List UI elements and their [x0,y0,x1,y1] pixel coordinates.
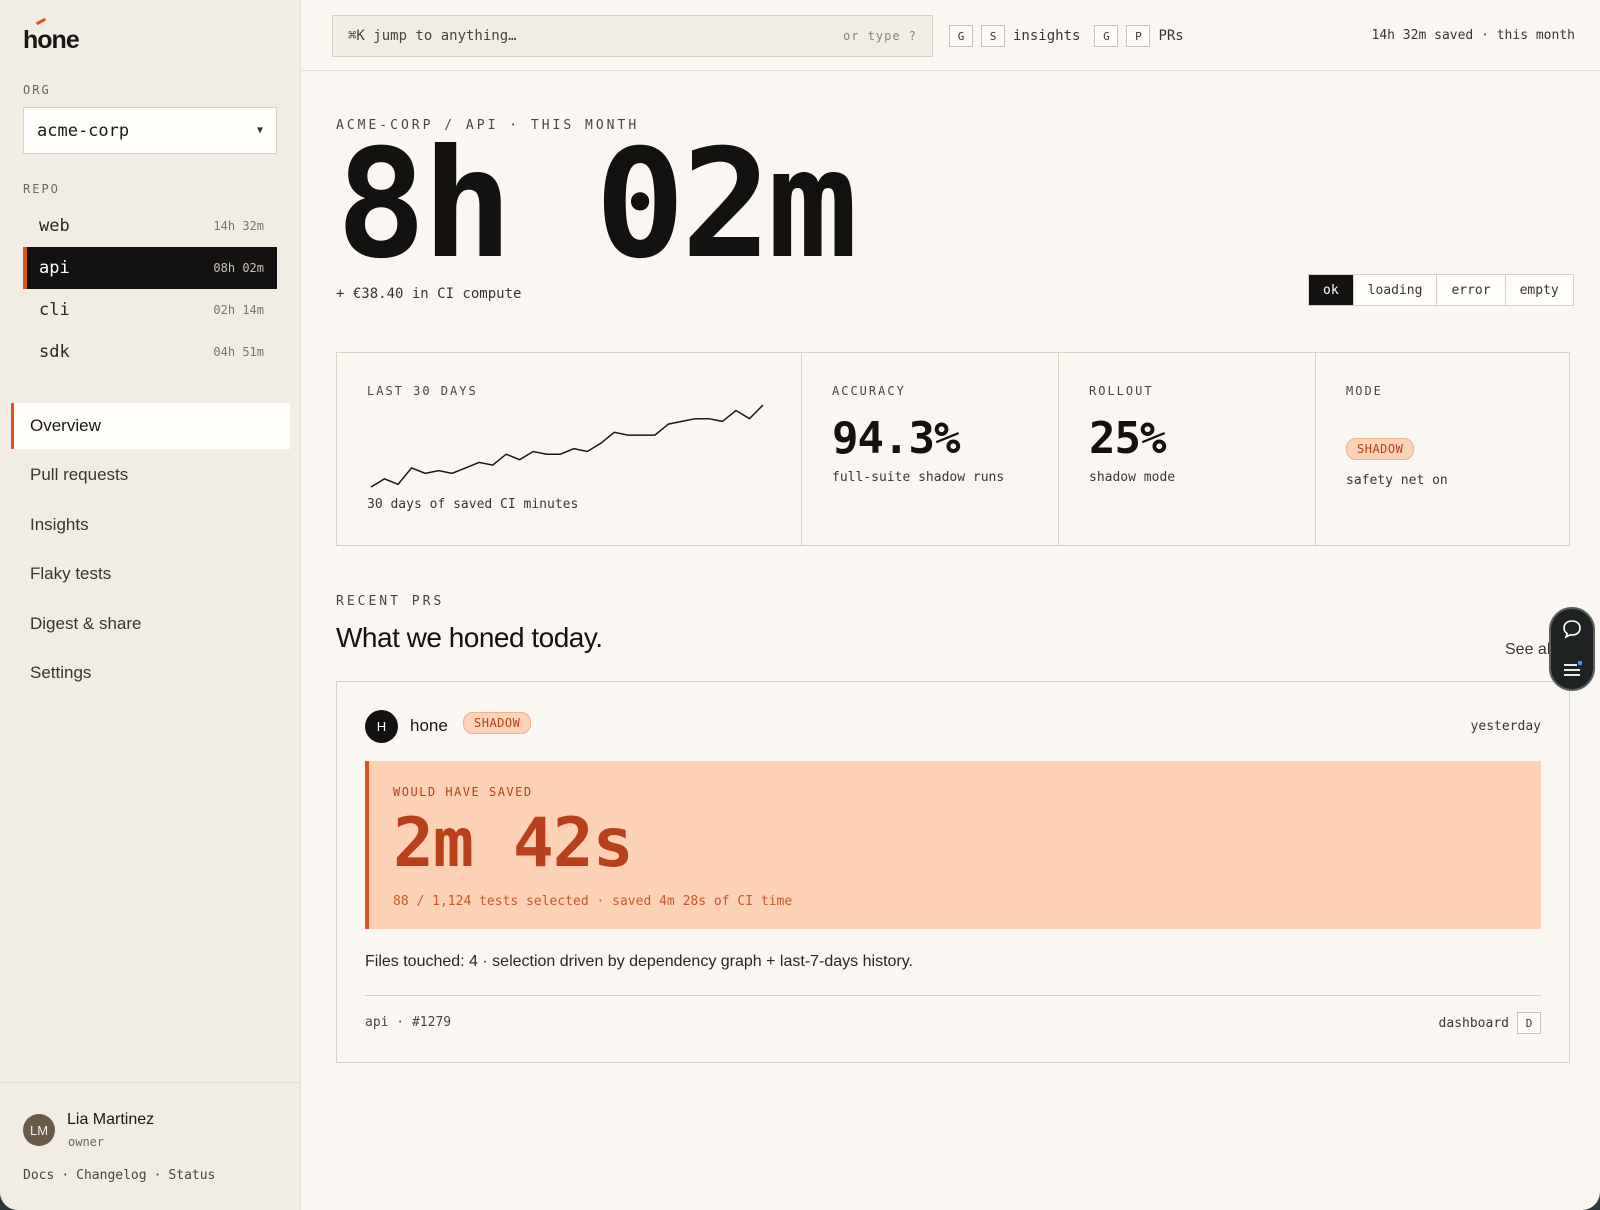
separator: · [153,1168,162,1183]
nav-item-digest-share[interactable]: Digest & share [11,601,290,647]
stat-label: MODE [1346,384,1383,398]
repo-name: cli [39,300,70,320]
org-select-value: acme-corp [37,120,130,141]
footer-links: Docs · Changelog · Status [23,1168,215,1183]
pr-timestamp: yesterday [1470,719,1541,734]
stat-note: full-suite shadow runs [832,470,1005,485]
topbar: ⌘K jump to anything… or type ? G S insig… [301,0,1600,71]
hero-compute-savings: + €38.40 in CI compute [336,286,522,302]
avatar: H [365,710,398,743]
repo-time: 04h 51m [213,345,264,359]
saved-value: 2m 42s [393,804,634,883]
chat-bubble-icon[interactable] [1561,618,1583,640]
org-select[interactable]: acme-corp ▼ [23,107,277,154]
section-label: RECENT PRS [336,594,445,609]
repo-name: web [39,216,70,236]
sparkline-line [370,404,764,488]
repo-name: sdk [39,342,70,362]
stat-label: ROLLOUT [1089,384,1154,398]
stat-accuracy: ACCURACY 94.3% full-suite shadow runs [801,353,1058,545]
nav-item-flaky-tests[interactable]: Flaky tests [11,551,290,597]
user-name: Lia Martinez [67,1111,155,1128]
stat-trend: LAST 30 DAYS 30 days of saved CI minutes [337,353,801,545]
pr-description: Files touched: 4 · selection driven by d… [365,953,913,970]
app-logo[interactable]: hone [23,26,80,55]
stat-note: shadow mode [1089,470,1176,485]
kbd-key: S [981,25,1005,47]
repo-item-api[interactable]: api 08h 02m [23,247,277,289]
changelog-link[interactable]: Changelog [76,1168,146,1183]
status-badge: SHADOW [463,712,532,734]
nav-item-pull-requests[interactable]: Pull requests [11,452,290,498]
state-error-button[interactable]: error [1436,275,1504,305]
stat-label: LAST 30 DAYS [367,384,478,398]
nav-item-settings[interactable]: Settings [11,650,290,696]
stat-mode: MODE SHADOW safety net on [1315,353,1569,545]
sidebar-footer [0,1082,301,1210]
saved-highlight: WOULD HAVE SAVED 2m 42s 88 / 1,124 tests… [365,761,1541,929]
nav-item-insights[interactable]: Insights [11,502,290,548]
stat-note: 30 days of saved CI minutes [367,497,579,512]
pr-card[interactable]: H hone SHADOW yesterday WOULD HAVE SAVED… [336,681,1570,1063]
app-window: hone ORG acme-corp ▼ REPO web 14h 32m ap… [0,0,1600,1210]
state-toggle: ok loading error empty [1308,274,1574,306]
nav-item-overview[interactable]: Overview [11,403,290,449]
pr-author: hone [410,716,448,735]
dashboard-link[interactable]: dashboard D [1439,1012,1541,1034]
logo-mark-icon [35,17,47,26]
repo-item-web[interactable]: web 14h 32m [23,205,277,247]
divider [365,995,1541,996]
repo-time: 08h 02m [213,261,264,275]
repo-label: REPO [23,182,60,196]
kbd-key: D [1517,1012,1541,1034]
search-placeholder: ⌘K jump to anything… [348,28,517,44]
stat-note: safety net on [1346,473,1448,488]
user-role: owner [68,1135,105,1149]
repo-time: 14h 32m [213,219,264,233]
chevron-down-icon: ▼ [256,125,263,136]
repo-name: api [39,258,70,278]
separator: · [61,1168,70,1183]
docs-link[interactable]: Docs [23,1168,54,1183]
stat-label: ACCURACY [832,384,906,398]
stats-panel: LAST 30 DAYS 30 days of saved CI minutes… [336,352,1570,546]
status-link[interactable]: Status [168,1168,215,1183]
menu-list-icon[interactable] [1561,658,1583,680]
state-loading-button[interactable]: loading [1352,275,1437,305]
search-hint: or type ? [842,29,917,43]
repo-time: 02h 14m [213,303,264,317]
repo-item-sdk[interactable]: sdk 04h 51m [23,331,277,373]
kbd-key: G [949,25,973,47]
hero-saved-time: 8h 02m [336,118,858,292]
kbd-key: P [1126,25,1151,47]
sidebar: hone ORG acme-corp ▼ REPO web 14h 32m ap… [0,0,301,1210]
saved-label: WOULD HAVE SAVED [393,785,533,799]
section-title: What we honed today. [336,622,603,653]
sparkline-chart [370,404,764,488]
stat-value: 94.3% [832,413,960,464]
shortcut-insights-link[interactable]: insights [1013,28,1080,44]
floating-widget [1549,607,1595,691]
avatar[interactable]: LM [23,1114,55,1146]
mode-badge-wrap: SHADOW [1346,438,1415,460]
dashboard-label: dashboard [1438,1015,1509,1031]
org-label: ORG [23,83,51,97]
search-input[interactable]: ⌘K jump to anything… or type ? [332,15,933,57]
saved-summary: 14h 32m saved · this month [1371,28,1576,43]
saved-detail: 88 / 1,124 tests selected · saved 4m 28s… [393,894,793,909]
stat-rollout: ROLLOUT 25% shadow mode [1058,353,1315,545]
shortcut-prs-link[interactable]: PRs [1158,28,1183,44]
status-badge: SHADOW [1346,438,1415,460]
see-all-link[interactable]: See all [1505,641,1554,659]
repo-item-cli[interactable]: cli 02h 14m [23,289,277,331]
stat-value: 25% [1089,413,1166,464]
pr-badge-wrap: SHADOW [463,712,532,734]
state-empty-button[interactable]: empty [1504,275,1573,305]
kbd-key: G [1094,25,1119,47]
pr-reference[interactable]: api · #1279 [365,1015,451,1030]
keyboard-shortcuts: G S insights G P PRs [949,25,1190,47]
state-ok-button[interactable]: ok [1309,275,1353,305]
